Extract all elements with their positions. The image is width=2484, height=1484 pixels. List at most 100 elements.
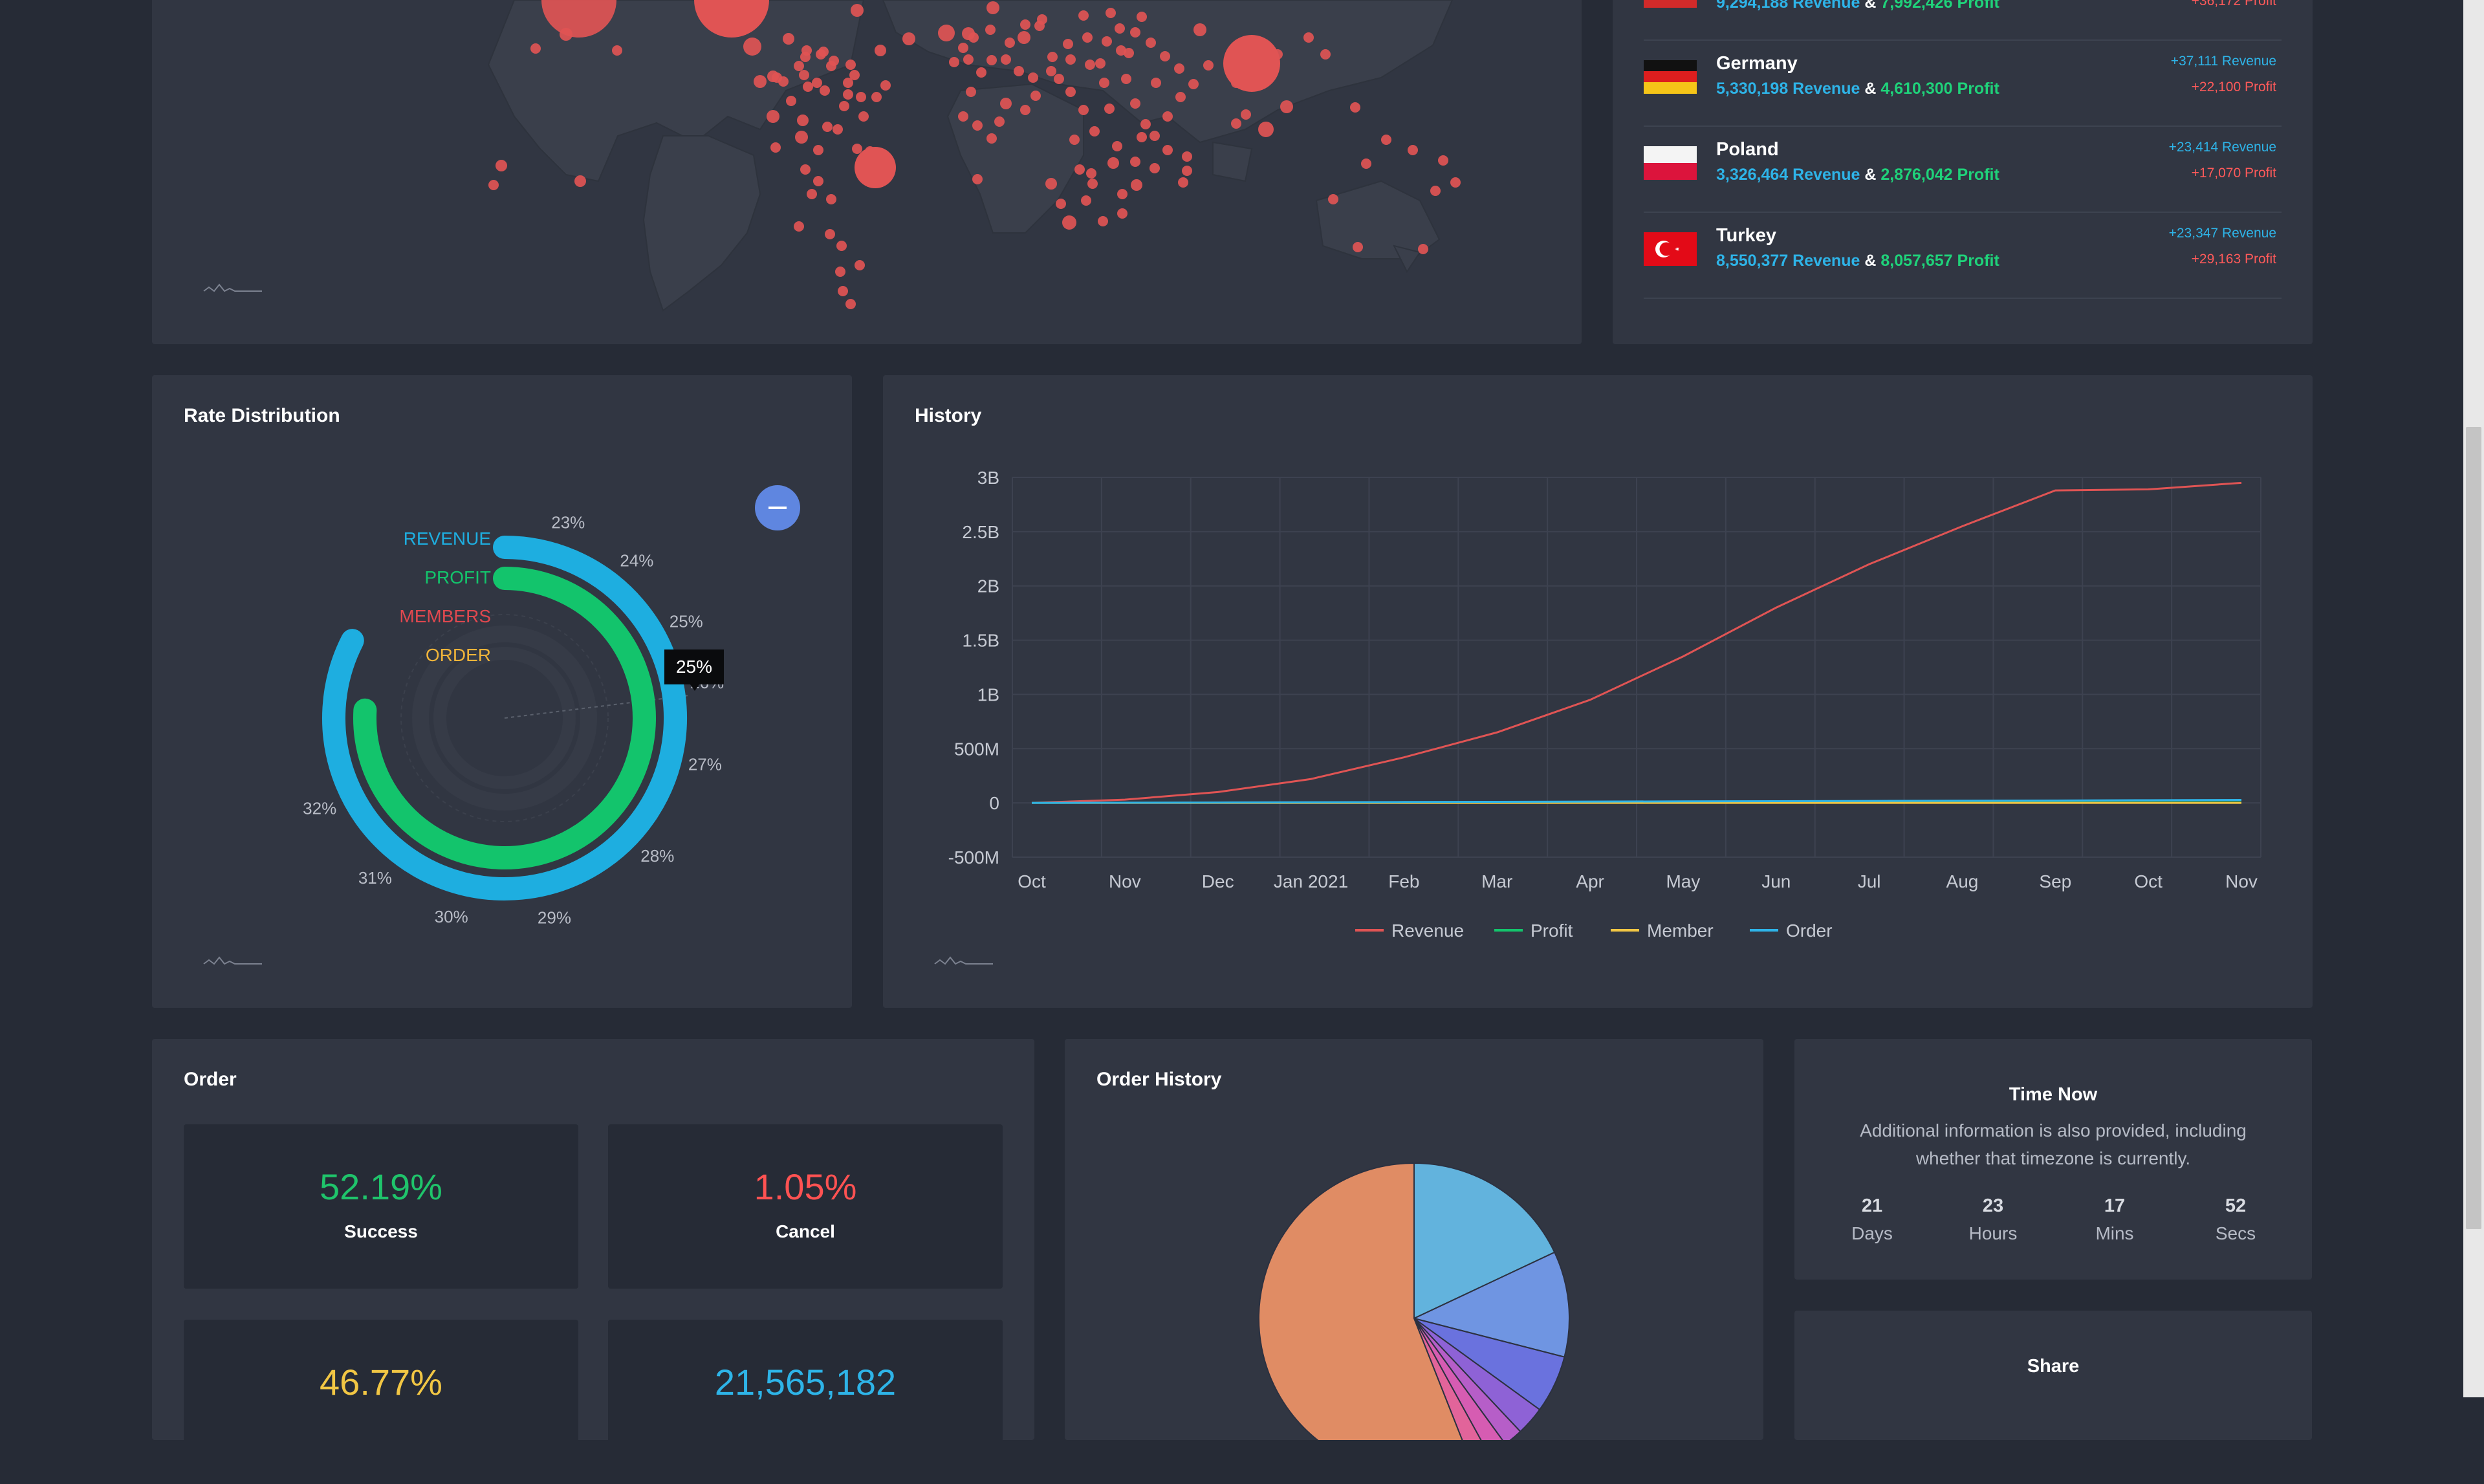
- rate-tick-label: 23%: [551, 513, 585, 532]
- map-dot: [778, 76, 789, 87]
- countdown-label: Days: [1851, 1223, 1893, 1243]
- time-now-description: Additional information is also provided,…: [1860, 1120, 2247, 1168]
- map-dot: [968, 32, 979, 43]
- map-dot: [1160, 51, 1170, 61]
- map-dot: [1056, 199, 1066, 209]
- stat-value: 52.19%: [320, 1166, 442, 1207]
- map-dot: [799, 70, 809, 80]
- stat-value: 21,565,182: [714, 1362, 897, 1402]
- country-profit: 7,992,426 Profit: [1880, 0, 1999, 12]
- map-dot: [845, 60, 856, 70]
- map-dot: [1361, 158, 1371, 169]
- stat-label: Success: [344, 1221, 418, 1241]
- map-dot: [1020, 105, 1030, 115]
- map-dot: [1089, 126, 1100, 136]
- map-dot: [1130, 27, 1140, 38]
- map-dot: [1085, 60, 1095, 70]
- map-dot: [1430, 186, 1441, 196]
- minus-icon: [768, 507, 787, 509]
- country-profit: 2,876,042 Profit: [1880, 166, 1999, 184]
- map-dot: [986, 133, 997, 144]
- y-tick-label: 1.5B: [962, 631, 999, 651]
- map-dot: [836, 241, 847, 251]
- map-dot: [1018, 31, 1030, 44]
- country-row: 9,294,188 Revenue & 7,992,426 Profit +36…: [1644, 0, 2282, 41]
- tooltip-value: 25%: [676, 657, 712, 677]
- map-dot: [963, 54, 974, 65]
- map-dot: [843, 89, 853, 100]
- map-dot: [1149, 131, 1160, 141]
- collapse-button[interactable]: [755, 485, 800, 530]
- map-dot: [972, 120, 983, 131]
- map-dot: [1117, 208, 1128, 219]
- rate-tick-label: 29%: [538, 908, 571, 928]
- y-tick-label: -500M: [948, 847, 999, 867]
- rate-tick-label: 32%: [303, 798, 336, 818]
- map-dot: [560, 28, 572, 41]
- legend-label: Profit: [1531, 921, 1573, 941]
- map-dot: [1082, 32, 1093, 43]
- scrollbar-thumb[interactable]: [2466, 427, 2481, 1229]
- x-tick-label: Jan 2021: [1274, 871, 1348, 891]
- scrollbar[interactable]: [2463, 0, 2484, 1397]
- map-dot: [1241, 109, 1251, 120]
- legend-label: Revenue: [1391, 921, 1464, 941]
- y-tick-label: 2B: [977, 576, 999, 596]
- total-stat: 21,565,182: [608, 1320, 1003, 1484]
- country-revenue: 9,294,188 Revenue: [1716, 0, 1860, 12]
- countdown-label: Secs: [2215, 1223, 2256, 1243]
- order-history-pie: [1258, 1162, 1570, 1440]
- countdown-label: Hours: [1968, 1223, 2018, 1243]
- map-dot: [767, 71, 779, 82]
- map-dot: [1350, 102, 1360, 113]
- map-dot: [856, 92, 866, 102]
- map-dot: [1086, 168, 1096, 179]
- map-dot: [1069, 135, 1080, 145]
- x-tick-label: Dec: [1202, 871, 1234, 891]
- map-dot: [1303, 32, 1314, 43]
- map-dot: [1005, 38, 1015, 48]
- country-revenue: 8,550,377 Revenue: [1716, 252, 1860, 270]
- countdown-value: 52: [2225, 1195, 2247, 1216]
- map-dot: [797, 115, 809, 126]
- x-tick-label: Sep: [2039, 871, 2071, 891]
- map-dot: [1045, 178, 1057, 190]
- map-dot: [976, 67, 986, 78]
- x-tick-label: Mar: [1481, 871, 1512, 891]
- map-dot: [855, 260, 865, 270]
- map-dot: [1381, 135, 1391, 145]
- y-tick-label: 0: [989, 793, 999, 813]
- map-dot: [843, 78, 853, 88]
- map-dot: [822, 122, 833, 132]
- map-dot: [574, 175, 586, 187]
- map-dot: [1115, 23, 1125, 34]
- map-bubble: [855, 147, 896, 188]
- map-dot: [1078, 10, 1089, 21]
- y-tick-label: 2.5B: [962, 522, 999, 542]
- country-row: Poland 3,326,464 Revenue & 2,876,042 Pro…: [1644, 125, 2282, 213]
- order-title: Order: [184, 1069, 237, 1090]
- map-dot: [1418, 244, 1428, 254]
- map-dot: [949, 57, 959, 67]
- map-dot: [845, 299, 856, 309]
- map-dot: [1162, 111, 1173, 122]
- y-tick-label: 3B: [977, 468, 999, 488]
- map-dot: [783, 33, 794, 45]
- map-dot: [826, 194, 836, 204]
- map-dot: [820, 85, 830, 96]
- map-dot: [803, 82, 813, 92]
- x-tick-label: Jun: [1761, 871, 1791, 891]
- wave-icon: [203, 956, 262, 965]
- countdown-secs: 52 Secs: [2187, 1195, 2284, 1244]
- map-dot: [1047, 52, 1058, 62]
- map-dot: [1131, 179, 1142, 191]
- country-name: Poland: [1716, 139, 1779, 160]
- map-dot: [743, 38, 761, 56]
- map-dot: [851, 4, 864, 17]
- history-chart: 3B 2.5B 2B 1.5B 1B 500M 0 -500M Oct Nov Dec Jan 202…: [934, 468, 2261, 965]
- map-dot: [1162, 145, 1173, 155]
- map-dot: [1188, 79, 1199, 89]
- map-dot: [1000, 98, 1012, 109]
- country-revenue: 3,326,464 Revenue: [1716, 166, 1860, 184]
- map-dot: [1107, 157, 1119, 169]
